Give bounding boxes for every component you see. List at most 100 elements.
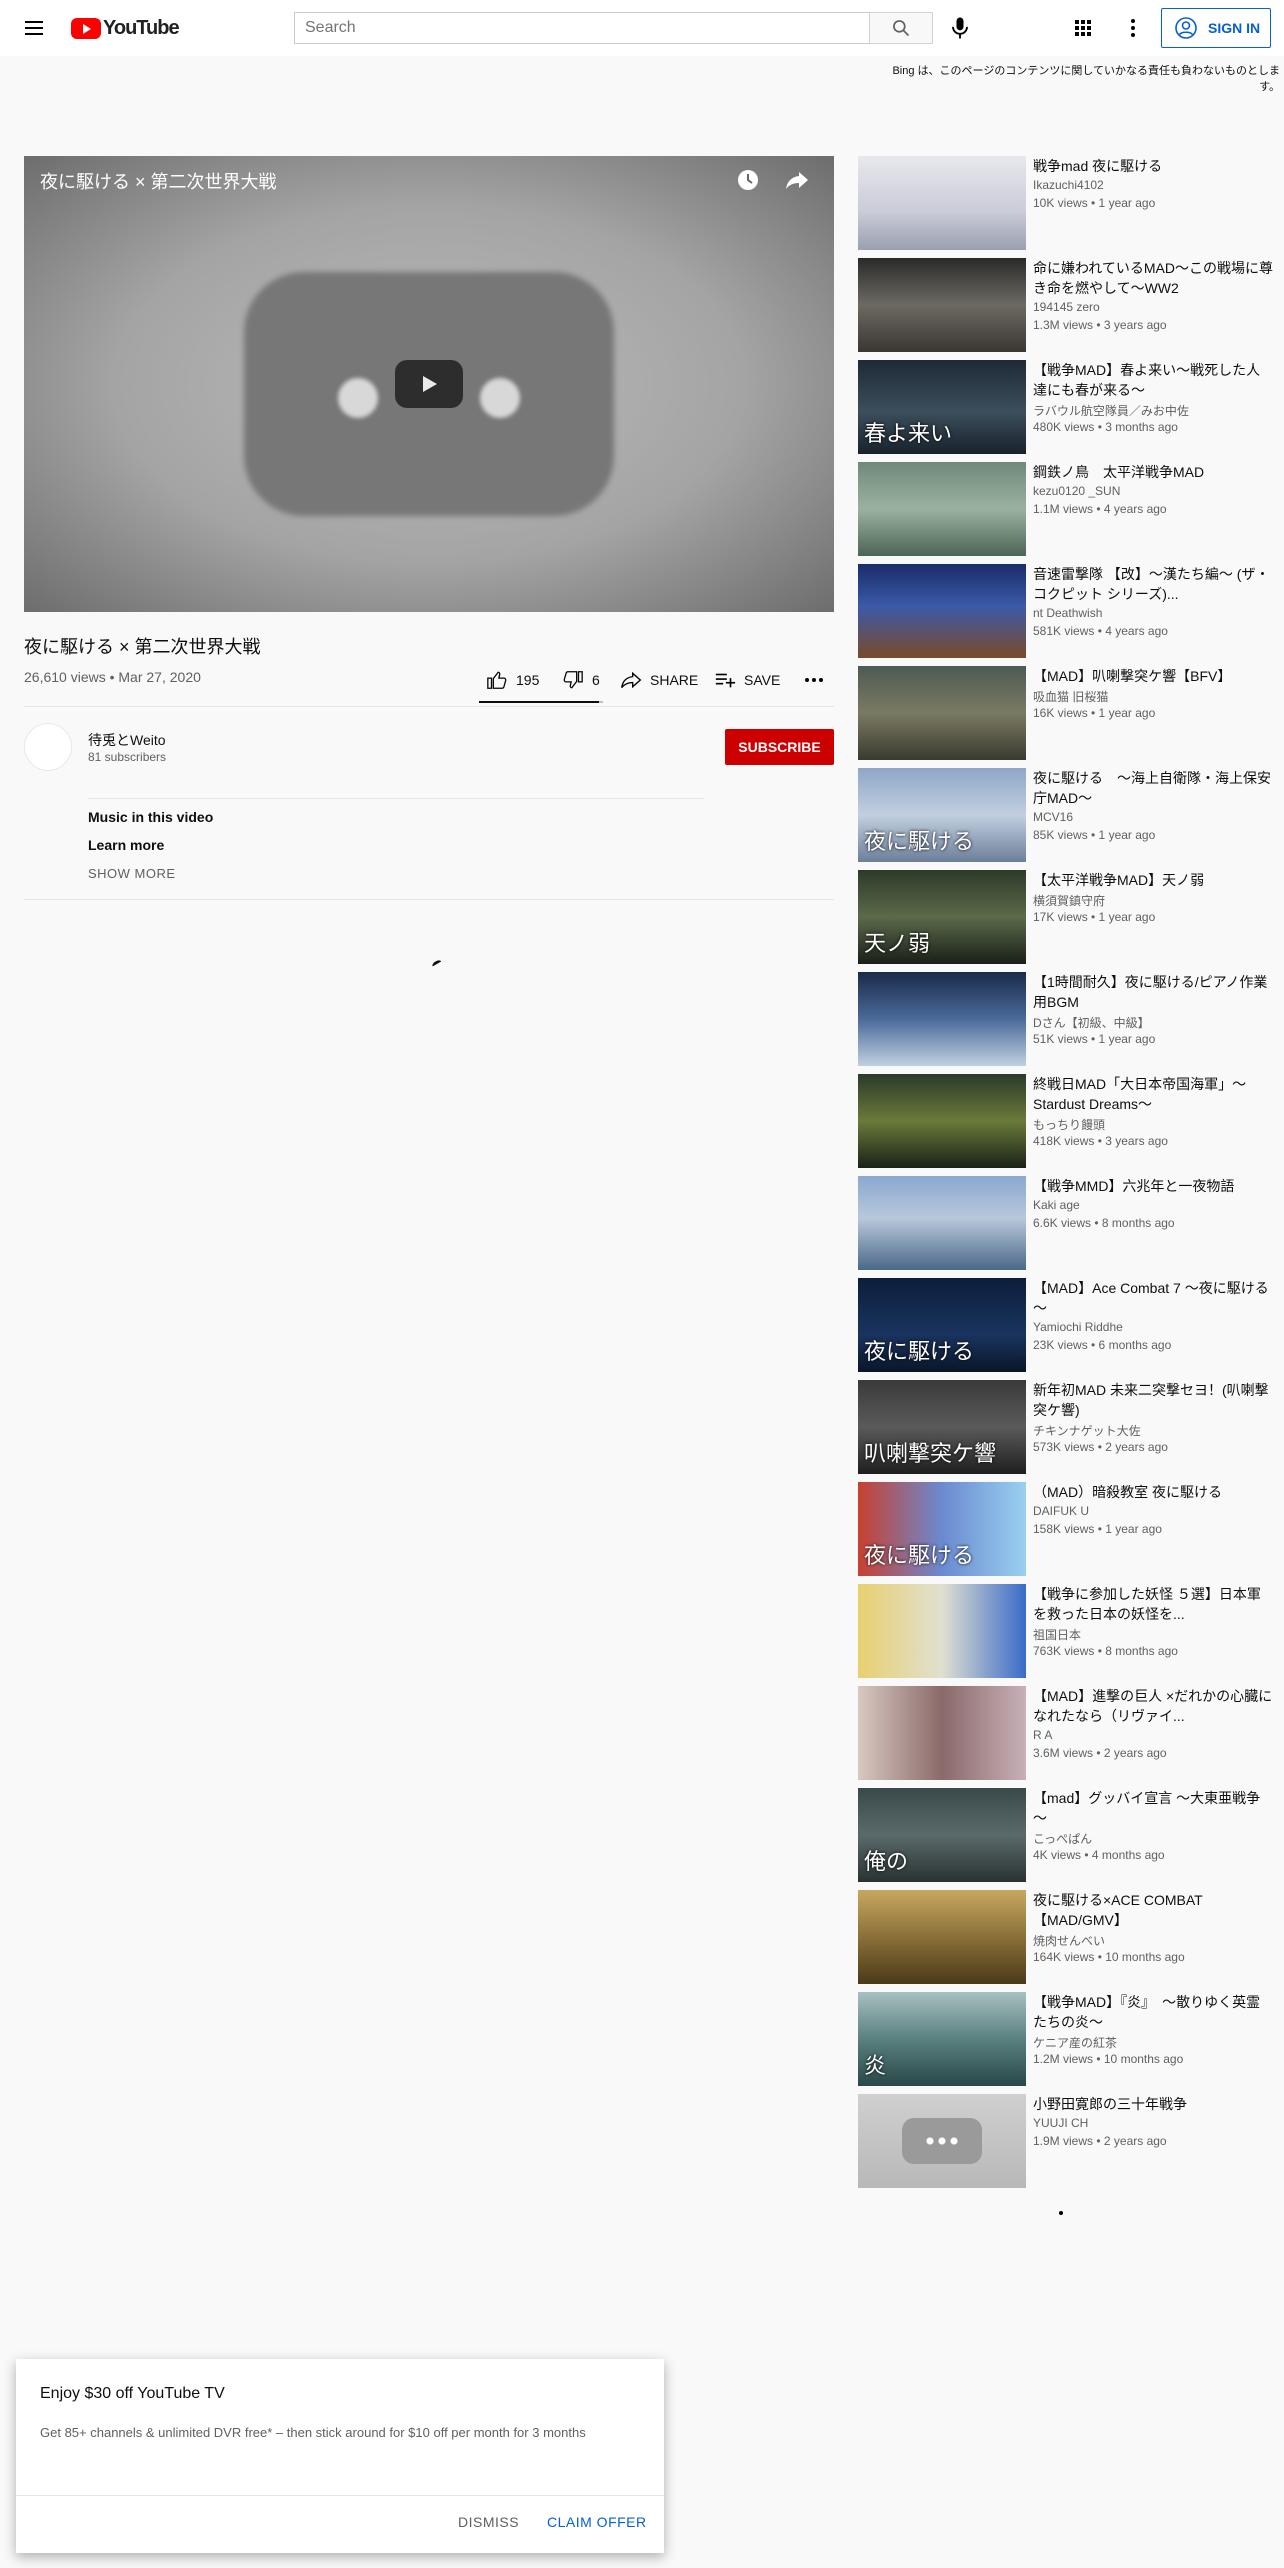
related-loading-indicator	[1059, 2211, 1063, 2215]
related-video-thumbnail[interactable]	[858, 258, 1026, 352]
related-video-title[interactable]: 【1時間耐久】夜に駆ける/ピアノ作業用BGM	[1033, 972, 1273, 1012]
related-video-thumbnail[interactable]: 夜に駆ける	[858, 768, 1026, 862]
related-video-item[interactable]: 戦争mad 夜に駆ける Ikazuchi4102 10K views • 1 yea…	[858, 156, 1278, 250]
watch-later-button[interactable]	[736, 168, 760, 192]
related-video-title[interactable]: 【MAD】Ace Combat 7 ～夜に駆ける～	[1033, 1278, 1273, 1318]
related-video-item[interactable]: 【戦争MMD】六兆年と一夜物語 Kaki age 6.6K views • 8 mo…	[858, 1176, 1278, 1270]
related-video-thumbnail[interactable]: 春よ来い	[858, 360, 1026, 454]
related-video-title[interactable]: 【戦争MAD】春よ来い〜戦死した人達にも春が来る〜	[1033, 360, 1273, 400]
search-button[interactable]	[869, 12, 933, 44]
settings-more-button[interactable]	[1121, 16, 1145, 40]
player-share-button[interactable]	[784, 168, 810, 192]
player-overlay-title[interactable]: 夜に駆ける × 第二次世界大戦	[40, 168, 277, 194]
related-video-item[interactable]: 夜に駆ける 【MAD】Ace Combat 7 ～夜に駆ける～ Yamiochi R…	[858, 1278, 1278, 1372]
video-player[interactable]: 夜に駆ける × 第二次世界大戦	[24, 156, 834, 612]
subscribe-button[interactable]: SUBSCRIBE	[725, 729, 834, 765]
play-button[interactable]	[395, 360, 463, 408]
related-video-item[interactable]: 小野田寛郎の三十年戦争 YUUJI CH 1.9M views • 2 years …	[858, 2094, 1278, 2188]
apps-button[interactable]	[1071, 16, 1095, 40]
sign-in-button[interactable]: SIGN IN	[1161, 8, 1271, 48]
related-video-item[interactable]: 夜に駆ける 夜に駆ける ～海上自衛隊・海上保安庁MAD～ MCV16 85K view…	[858, 768, 1278, 862]
search-input[interactable]	[294, 12, 870, 44]
related-video-item[interactable]: 【1時間耐久】夜に駆ける/ピアノ作業用BGM Dさん【初級、中級】 51K view…	[858, 972, 1278, 1066]
related-video-title[interactable]: 夜に駆ける ～海上自衛隊・海上保安庁MAD～	[1033, 768, 1273, 808]
related-video-title[interactable]: 音速雷撃隊 【改】～漢たち編～ (ザ・コクピット シリーズ)...	[1033, 564, 1273, 604]
related-video-thumbnail[interactable]	[858, 2094, 1026, 2188]
related-video-title[interactable]: 鋼鉄ノ鳥 太平洋戦争MAD	[1033, 462, 1273, 482]
voice-search-button[interactable]	[946, 14, 974, 42]
related-video-thumbnail[interactable]: 天ノ弱	[858, 870, 1026, 964]
related-video-item[interactable]: 鋼鉄ノ鳥 太平洋戦争MAD kezu0120 _SUN 1.1M views • 4…	[858, 462, 1278, 556]
save-button[interactable]: SAVE	[714, 662, 780, 698]
related-video-thumbnail[interactable]: 炎	[858, 1992, 1026, 2086]
related-video-title[interactable]: 【MAD】進撃の巨人 ×だれかの心臓になれたなら（リヴァイ...	[1033, 1686, 1273, 1726]
related-video-thumbnail[interactable]	[858, 1890, 1026, 1984]
related-video-meta: 17K views • 1 year ago	[1033, 910, 1156, 924]
more-actions-button[interactable]	[802, 662, 834, 698]
related-video-title[interactable]: 【太平洋戦争MAD】天ノ弱	[1033, 870, 1273, 890]
more-horiz-icon	[924, 2137, 960, 2145]
related-video-item[interactable]: 命に嫌われているMAD〜この戦場に尊き命を燃やして〜WW2 194145 zero…	[858, 258, 1278, 352]
related-video-item[interactable]: 【戦争に参加した妖怪 ５選】日本軍を救った日本の妖怪を... 祖国日本 763K v…	[858, 1584, 1278, 1678]
related-video-title[interactable]: （MAD）暗殺教室 夜に駆ける	[1033, 1482, 1273, 1502]
related-video-title[interactable]: 【戦争に参加した妖怪 ５選】日本軍を救った日本の妖怪を...	[1033, 1584, 1273, 1624]
related-video-item[interactable]: 春よ来い 【戦争MAD】春よ来い〜戦死した人達にも春が来る〜 ラバウル航空隊員／みお…	[858, 360, 1278, 454]
dislike-button[interactable]: 6	[562, 662, 600, 698]
related-video-title[interactable]: 夜に駆ける×ACE COMBAT【MAD/GMV】	[1033, 1890, 1273, 1930]
related-video-title[interactable]: 【MAD】叭喇撃突ケ響【BFV】	[1033, 666, 1273, 686]
player-placeholder-dot	[480, 378, 520, 418]
related-video-title[interactable]: 終戦日MAD「大日本帝国海軍」〜Stardust Dreams〜	[1033, 1074, 1273, 1114]
share-button[interactable]: SHARE	[620, 662, 698, 698]
show-more-button[interactable]: SHOW MORE	[88, 866, 176, 881]
related-video-item[interactable]: 俺の 【mad】グッバイ宣言 ～大東亜戦争～ こっぺぱん 4K views • 4 m…	[858, 1788, 1278, 1882]
related-video-title[interactable]: 【戦争MAD】『炎』 〜散りゆく英霊たちの炎〜	[1033, 1992, 1273, 2032]
related-video-thumbnail[interactable]	[858, 564, 1026, 658]
like-button[interactable]: 195	[486, 662, 539, 698]
related-video-thumbnail[interactable]: 夜に駆ける	[858, 1482, 1026, 1576]
related-video-thumbnail[interactable]: 俺の	[858, 1788, 1026, 1882]
claim-offer-button[interactable]: CLAIM OFFER	[547, 2514, 647, 2530]
related-video-thumbnail[interactable]: 叭喇撃突ケ響	[858, 1380, 1026, 1474]
promo-text: Get 85+ channels & unlimited DVR free* –…	[40, 2425, 586, 2440]
channel-avatar[interactable]	[24, 723, 72, 771]
watch-later-icon	[738, 170, 758, 190]
related-video-thumbnail[interactable]	[858, 156, 1026, 250]
related-video-item[interactable]: 夜に駆ける×ACE COMBAT【MAD/GMV】 焼肉せんべい 164K view…	[858, 1890, 1278, 1984]
related-video-title[interactable]: 命に嫌われているMAD〜この戦場に尊き命を燃やして〜WW2	[1033, 258, 1273, 298]
related-video-thumbnail[interactable]	[858, 1686, 1026, 1780]
related-video-item[interactable]: 終戦日MAD「大日本帝国海軍」〜Stardust Dreams〜 もっちり饅頭 41…	[858, 1074, 1278, 1168]
related-video-thumbnail[interactable]	[858, 1584, 1026, 1678]
related-video-title[interactable]: 【戦争MMD】六兆年と一夜物語	[1033, 1176, 1273, 1196]
sentiment-bar	[479, 701, 603, 703]
related-video-channel: DAIFUK U	[1033, 1504, 1090, 1518]
related-video-item[interactable]: 【MAD】叭喇撃突ケ響【BFV】 吸血猫 旧桜猫 16K views • 1 yea…	[858, 666, 1278, 760]
thumbnail-caption: 夜に駆ける	[864, 830, 975, 855]
related-video-item[interactable]: 炎 【戦争MAD】『炎』 〜散りゆく英霊たちの炎〜 ケニア産の紅茶 1.2M view…	[858, 1992, 1278, 2086]
related-video-title[interactable]: 戦争mad 夜に駆ける	[1033, 156, 1273, 176]
related-video-meta: 418K views • 3 years ago	[1033, 1134, 1168, 1148]
sentiment-bar-fill	[479, 701, 600, 703]
related-video-thumbnail[interactable]: 夜に駆ける	[858, 1278, 1026, 1372]
share-label: SHARE	[650, 672, 699, 688]
promo-dialog: Enjoy $30 off YouTube TV Get 85+ channel…	[16, 2359, 664, 2553]
youtube-logo[interactable]: YouTube	[71, 17, 180, 39]
channel-name[interactable]: 待兎とWeito	[88, 730, 166, 750]
related-video-title[interactable]: 新年初MAD 未来二突撃セヨ！(叭喇撃突ケ響)	[1033, 1380, 1273, 1420]
related-video-meta: 4K views • 4 months ago	[1033, 1848, 1165, 1862]
related-video-thumbnail[interactable]	[858, 666, 1026, 760]
learn-more-link[interactable]: Learn more	[88, 837, 164, 853]
promo-divider	[16, 2495, 664, 2496]
related-video-item[interactable]: 叭喇撃突ケ響 新年初MAD 未来二突撃セヨ！(叭喇撃突ケ響) チキンナゲット大佐 57…	[858, 1380, 1278, 1474]
related-video-title[interactable]: 【mad】グッバイ宣言 ～大東亜戦争～	[1033, 1788, 1273, 1828]
related-video-thumbnail[interactable]	[858, 1176, 1026, 1270]
related-video-thumbnail[interactable]	[858, 462, 1026, 556]
related-video-item[interactable]: 音速雷撃隊 【改】～漢たち編～ (ザ・コクピット シリーズ)... nt Deat…	[858, 564, 1278, 658]
related-video-thumbnail[interactable]	[858, 1074, 1026, 1168]
menu-icon[interactable]	[22, 16, 46, 40]
related-video-thumbnail[interactable]	[858, 972, 1026, 1066]
related-video-title[interactable]: 小野田寛郎の三十年戦争	[1033, 2094, 1273, 2114]
related-video-item[interactable]: 天ノ弱 【太平洋戦争MAD】天ノ弱 横須賀鎮守府 17K views • 1 year…	[858, 870, 1278, 964]
related-video-item[interactable]: 【MAD】進撃の巨人 ×だれかの心臓になれたなら（リヴァイ... R A 3.6M …	[858, 1686, 1278, 1780]
related-video-item[interactable]: 夜に駆ける （MAD）暗殺教室 夜に駆ける DAIFUK U 158K views •…	[858, 1482, 1278, 1576]
dismiss-button[interactable]: DISMISS	[458, 2514, 519, 2530]
